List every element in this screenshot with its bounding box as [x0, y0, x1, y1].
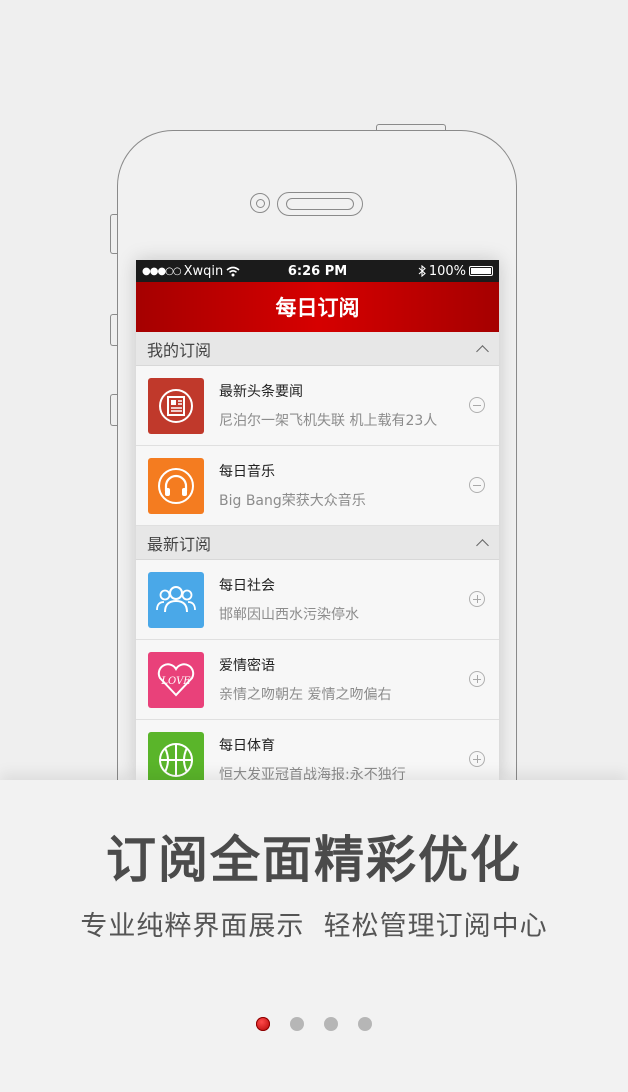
svg-text:LOVE: LOVE [160, 676, 191, 687]
people-icon [148, 571, 204, 628]
subscription-item[interactable]: LOVE 爱情密语 亲情之吻朝左 爱情之吻偏右 [136, 640, 499, 720]
battery-percent: 100% [428, 263, 466, 279]
heart-love-icon: LOVE [148, 651, 204, 708]
section-title: 最新订阅 [147, 534, 212, 554]
page-dot[interactable] [290, 1017, 304, 1031]
app-screen: ●●●○○ Xwqin 6:26 PM 100% 每日订阅 我的订阅 最新头条要… [136, 260, 499, 780]
speaker-icon [277, 192, 363, 216]
page-indicator [0, 1017, 628, 1031]
item-subtitle: 亲情之吻朝左 爱情之吻偏右 [219, 687, 392, 703]
item-title: 每日音乐 [219, 464, 275, 480]
item-title: 每日体育 [219, 738, 275, 754]
item-subtitle: 邯郸因山西水污染停水 [219, 607, 359, 623]
add-subscription-button[interactable] [469, 591, 485, 607]
item-title: 爱情密语 [219, 658, 275, 674]
camera-icon [250, 193, 270, 213]
item-subtitle: Big Bang荣获大众音乐 [219, 493, 366, 509]
section-title: 我的订阅 [147, 340, 212, 360]
item-subtitle: 恒大发亚冠首战海报:永不独行 [219, 767, 406, 780]
signal-icon: ●●●○○ [142, 265, 182, 277]
page-dot[interactable] [256, 1017, 270, 1031]
bluetooth-icon [418, 265, 426, 277]
remove-subscription-button[interactable] [469, 477, 485, 493]
battery-icon [469, 266, 493, 276]
subscription-list: 我的订阅 最新头条要闻 尼泊尔一架飞机失联 机上载有23人 每日音乐 Big B… [136, 332, 499, 780]
add-subscription-button[interactable] [469, 751, 485, 767]
item-title: 最新头条要闻 [219, 384, 303, 400]
item-title: 每日社会 [219, 578, 275, 594]
section-header[interactable]: 最新订阅 [136, 526, 499, 560]
newspaper-icon [148, 377, 204, 434]
wifi-icon [226, 266, 240, 276]
subscription-item[interactable]: 每日社会 邯郸因山西水污染停水 [136, 560, 499, 640]
basketball-icon [148, 731, 204, 780]
subscription-item[interactable]: 每日音乐 Big Bang荣获大众音乐 [136, 446, 499, 526]
chevron-up-icon[interactable] [476, 538, 489, 552]
subscription-item[interactable]: 最新头条要闻 尼泊尔一架飞机失联 机上载有23人 [136, 366, 499, 446]
nav-bar: 每日订阅 [136, 282, 499, 332]
page-dot[interactable] [324, 1017, 338, 1031]
page-dot[interactable] [358, 1017, 372, 1031]
carrier-name: Xwqin [183, 263, 224, 279]
page-title: 每日订阅 [275, 296, 360, 320]
subscription-item[interactable]: 每日体育 恒大发亚冠首战海报:永不独行 [136, 720, 499, 780]
add-subscription-button[interactable] [469, 671, 485, 687]
remove-subscription-button[interactable] [469, 397, 485, 413]
promo-headline: 订阅全面精彩优化 [106, 831, 522, 889]
section-header[interactable]: 我的订阅 [136, 332, 499, 366]
chevron-up-icon[interactable] [476, 344, 489, 358]
item-subtitle: 尼泊尔一架飞机失联 机上载有23人 [219, 413, 438, 429]
headphones-icon [148, 457, 204, 514]
promo-subline: 专业纯粹界面展示 轻松管理订阅中心 [80, 911, 548, 942]
status-bar: ●●●○○ Xwqin 6:26 PM 100% [136, 260, 499, 282]
